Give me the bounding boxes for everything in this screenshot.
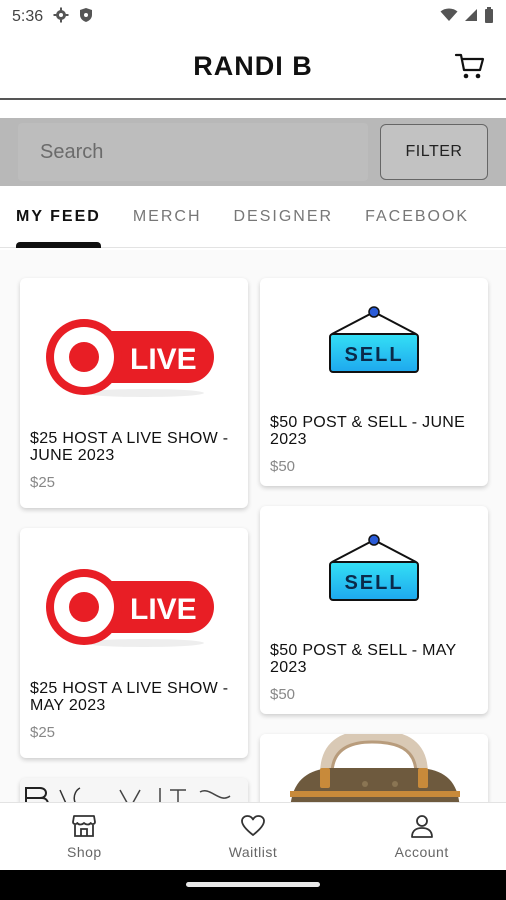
nav-shop-label: Shop [66,843,102,860]
person-icon [410,814,433,838]
battery-icon [484,6,494,28]
tab-merch[interactable]: MERCH [117,186,218,248]
cart-icon [454,53,485,79]
live-badge-image: LIVE [20,528,248,680]
home-indicator[interactable] [186,882,320,887]
nav-shop[interactable]: Shop [0,803,169,870]
tab-facebook[interactable]: FACEBOOK [349,186,485,248]
status-bar: 5:36 [0,0,506,34]
nav-account-label: Account [394,843,449,860]
sell-sign-text: SELL [344,572,403,594]
status-right [440,6,494,28]
cell-signal-icon [464,8,478,27]
app-header: RANDI B [0,34,506,100]
product-card[interactable]: SELL $50 POST & SELL - MAY 2023 $50 [260,506,488,714]
gesture-bar [0,870,506,900]
status-left: 5:36 [12,7,93,28]
nav-account[interactable]: Account [337,803,506,870]
product-card[interactable]: LIVE $25 HOST A LIVE SHOW - JUNE 2023 $2… [20,278,248,508]
settings-gear-icon [53,7,69,28]
status-time: 5:36 [12,8,44,25]
card-title: $50 POST & SELL - MAY 2023 [270,642,457,676]
designer-print-image [20,778,248,802]
shield-icon [79,7,93,28]
sell-sign-image: SELL [260,506,488,642]
product-card[interactable] [260,734,488,802]
card-price: $25 [30,724,56,741]
bottom-navigation: Shop Waitlist Account [0,802,506,870]
product-card[interactable] [20,778,248,802]
sell-sign-image: SELL [260,278,488,414]
live-badge-image: LIVE [20,278,248,430]
search-bar: FILTER [0,118,506,186]
card-title: $50 POST & SELL - JUNE 2023 [270,414,466,448]
card-title: $25 HOST A LIVE SHOW - MAY 2023 [30,680,229,714]
card-title: $25 HOST A LIVE SHOW - JUNE 2023 [30,430,229,464]
live-badge-text: LIVE [130,343,197,376]
heart-icon [241,814,265,836]
feed-tabs: MY FEED MERCH DESIGNER FACEBOOK [0,186,506,248]
nav-waitlist-label: Waitlist [228,843,278,860]
tab-designer[interactable]: DESIGNER [218,186,350,248]
cart-button[interactable] [454,50,486,82]
store-title: RANDI B [193,50,313,81]
filter-button[interactable]: FILTER [380,124,488,180]
live-badge-text: LIVE [130,593,197,626]
product-feed: LIVE $25 HOST A LIVE SHOW - JUNE 2023 $2… [0,250,506,802]
product-card[interactable]: SELL $50 POST & SELL - JUNE 2023 $50 [260,278,488,486]
card-price: $50 [270,686,296,703]
nav-waitlist[interactable]: Waitlist [169,803,338,870]
storefront-icon [72,814,97,837]
sell-sign-text: SELL [344,344,403,366]
product-card[interactable]: LIVE $25 HOST A LIVE SHOW - MAY 2023 $25 [20,528,248,758]
wifi-icon [440,8,458,27]
card-price: $50 [270,458,296,475]
handbag-photo [260,734,488,802]
tab-my-feed[interactable]: MY FEED [0,186,117,248]
search-input[interactable] [18,123,368,181]
card-price: $25 [30,474,56,491]
